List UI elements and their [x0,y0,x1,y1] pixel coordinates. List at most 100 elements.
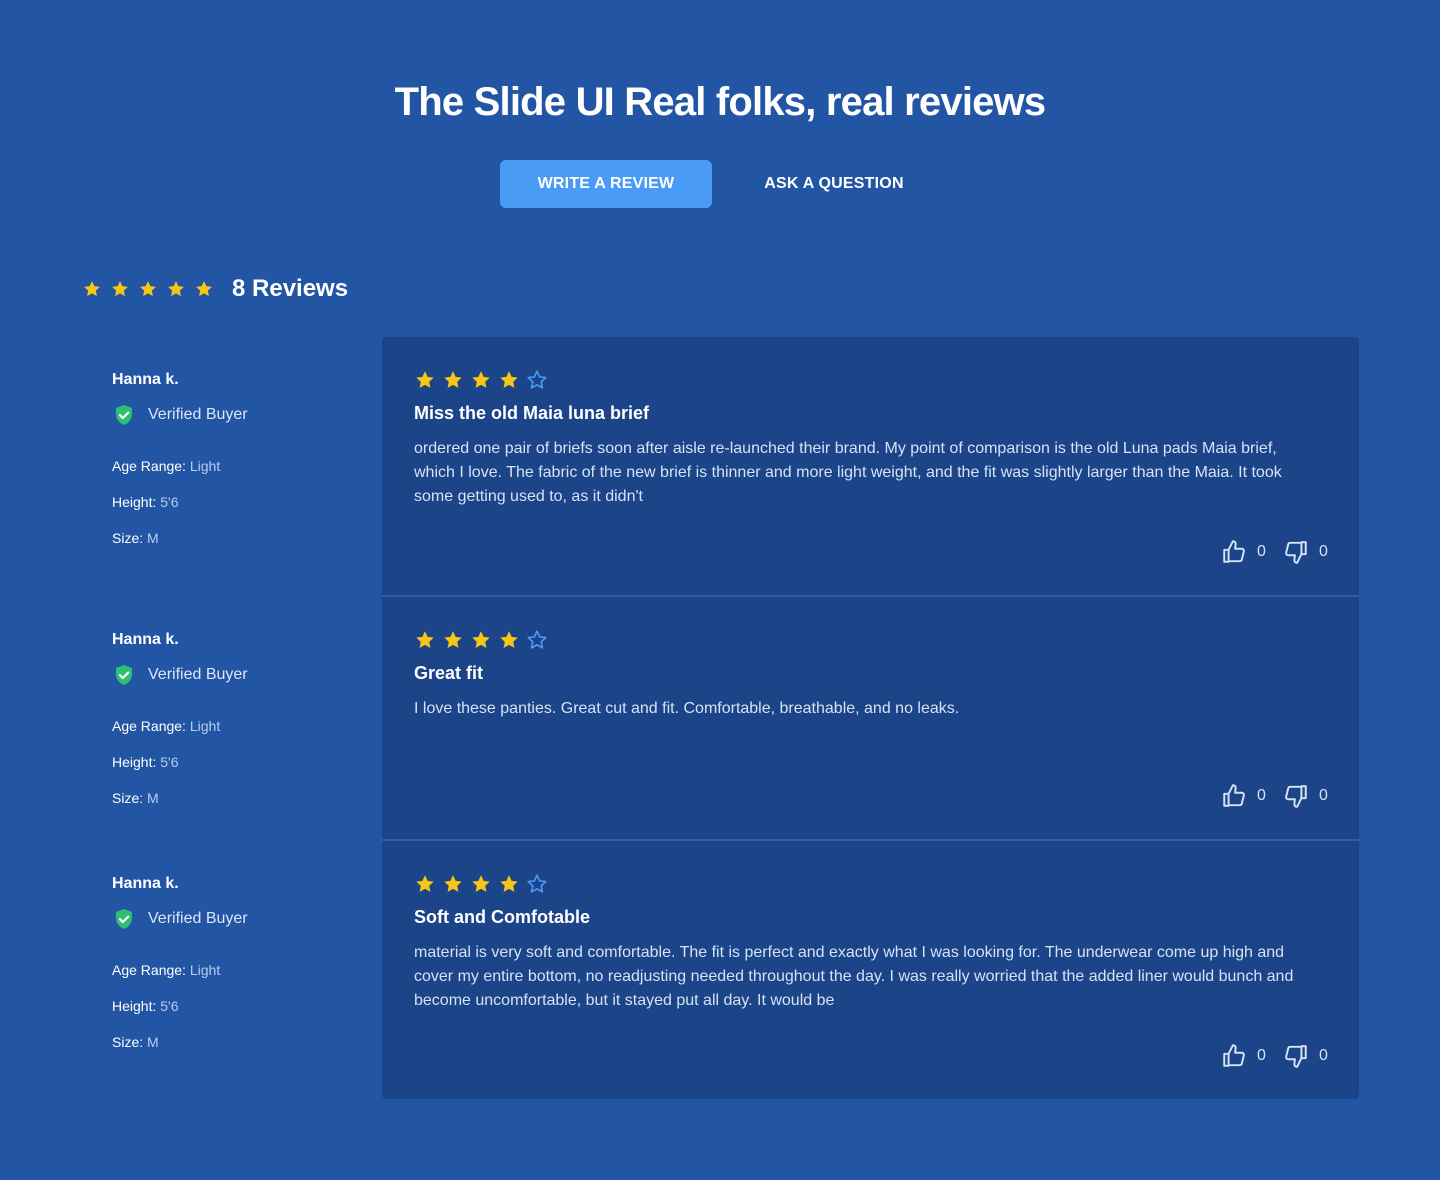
size-label: Size: [112,1034,144,1050]
size: Size: M [112,1033,382,1069]
verified-shield-icon [112,403,136,427]
star-filled-icon [82,279,102,299]
age-range: Age Range: Light [112,457,382,493]
height-label: Height: [112,494,157,510]
age-range-value: Light [189,962,221,978]
star-filled-icon [110,279,130,299]
size-value: M [147,790,159,806]
review-title: Miss the old Maia luna brief [414,403,650,423]
thumbs-down-icon[interactable] [1283,783,1309,809]
age-range-value: Light [189,718,221,734]
review-votes: 0 0 [1221,1043,1329,1069]
reviewer-name: Hanna k. [112,631,179,648]
height-value: 5'6 [160,494,179,510]
star-filled-icon [470,873,492,895]
height-value: 5'6 [160,754,179,770]
review-title: Soft and Comfotable [414,907,590,927]
star-filled-icon [442,629,464,651]
helpful-count: 0 [1257,787,1266,804]
height-value: 5'6 [160,998,179,1014]
star-filled-icon [414,369,436,391]
star-filled-icon [194,279,214,299]
height: Height: 5'6 [112,753,382,789]
review-item: Hanna k. Verified Buyer Age Range: Light… [82,841,1359,1099]
size: Size: M [112,789,382,825]
star-filled-icon [498,369,520,391]
ask-question-button[interactable]: ASK A QUESTION [712,160,956,208]
thumbs-down-icon[interactable] [1283,1043,1309,1069]
star-empty-icon [526,873,548,895]
height: Height: 5'6 [112,493,382,529]
verified-shield-icon [112,663,136,687]
review-item: Hanna k. Verified Buyer Age Range: Light… [82,597,1359,841]
review-card: Miss the old Maia luna brief ordered one… [382,337,1359,597]
verified-label: Verified Buyer [148,406,248,423]
age-range-label: Age Range: [112,458,186,474]
review-votes: 0 0 [1221,783,1329,809]
star-filled-icon [498,873,520,895]
star-filled-icon [442,873,464,895]
size: Size: M [112,529,382,565]
page-title: The Slide UI Real folks, real reviews [394,80,1047,124]
height-label: Height: [112,998,157,1014]
verified-shield-icon [112,907,136,931]
thumbs-up-icon[interactable] [1221,539,1247,565]
unhelpful-count: 0 [1319,1047,1328,1064]
star-empty-icon [526,629,548,651]
review-votes: 0 0 [1221,539,1329,565]
verified-label: Verified Buyer [148,910,248,927]
size-value: M [147,530,159,546]
review-actions: WRITE A REVIEW ASK A QUESTION [500,160,956,208]
rating-summary: 8 Reviews [82,270,348,308]
review-count: 8 Reviews [232,275,349,302]
reviewer-name: Hanna k. [112,875,179,892]
review-title: Great fit [414,663,484,683]
star-filled-icon [414,873,436,895]
star-empty-icon [526,369,548,391]
star-filled-icon [414,629,436,651]
age-range-value: Light [189,458,221,474]
star-filled-icon [442,369,464,391]
review-list: Hanna k. Verified Buyer Age Range: Light… [82,337,1359,1099]
verified-badge: Verified Buyer [112,907,382,931]
review-item: Hanna k. Verified Buyer Age Range: Light… [82,337,1359,597]
star-filled-icon [166,279,186,299]
review-card: Great fit I love these panties. Great cu… [382,597,1359,841]
reviewer-info: Hanna k. Verified Buyer Age Range: Light… [82,841,382,1099]
verified-badge: Verified Buyer [112,663,382,687]
star-filled-icon [138,279,158,299]
reviewer-attributes: Age Range: Light Height: 5'6 Size: M [112,961,382,1069]
reviewer-attributes: Age Range: Light Height: 5'6 Size: M [112,457,382,565]
review-body: material is very soft and comfortable. T… [414,944,1294,1009]
size-value: M [147,1034,159,1050]
thumbs-up-icon[interactable] [1221,1043,1247,1069]
unhelpful-count: 0 [1319,543,1328,560]
review-body: ordered one pair of briefs soon after ai… [414,440,1282,505]
age-range: Age Range: Light [112,961,382,997]
summary-stars [82,279,222,299]
thumbs-down-icon[interactable] [1283,539,1309,565]
star-filled-icon [498,629,520,651]
star-filled-icon [470,629,492,651]
verified-badge: Verified Buyer [112,403,382,427]
review-stars [414,873,1327,895]
age-range-label: Age Range: [112,962,186,978]
reviewer-name: Hanna k. [112,371,179,388]
review-card: Soft and Comfotable material is very sof… [382,841,1359,1099]
reviewer-info: Hanna k. Verified Buyer Age Range: Light… [82,597,382,841]
reviewer-attributes: Age Range: Light Height: 5'6 Size: M [112,717,382,825]
star-filled-icon [470,369,492,391]
review-stars [414,369,1327,391]
helpful-count: 0 [1257,543,1266,560]
helpful-count: 0 [1257,1047,1266,1064]
write-review-button[interactable]: WRITE A REVIEW [500,160,712,208]
review-stars [414,629,1327,651]
reviewer-info: Hanna k. Verified Buyer Age Range: Light… [82,337,382,597]
height: Height: 5'6 [112,997,382,1033]
verified-label: Verified Buyer [148,666,248,683]
size-label: Size: [112,530,144,546]
review-body: I love these panties. Great cut and fit.… [414,700,960,717]
unhelpful-count: 0 [1319,787,1328,804]
thumbs-up-icon[interactable] [1221,783,1247,809]
height-label: Height: [112,754,157,770]
